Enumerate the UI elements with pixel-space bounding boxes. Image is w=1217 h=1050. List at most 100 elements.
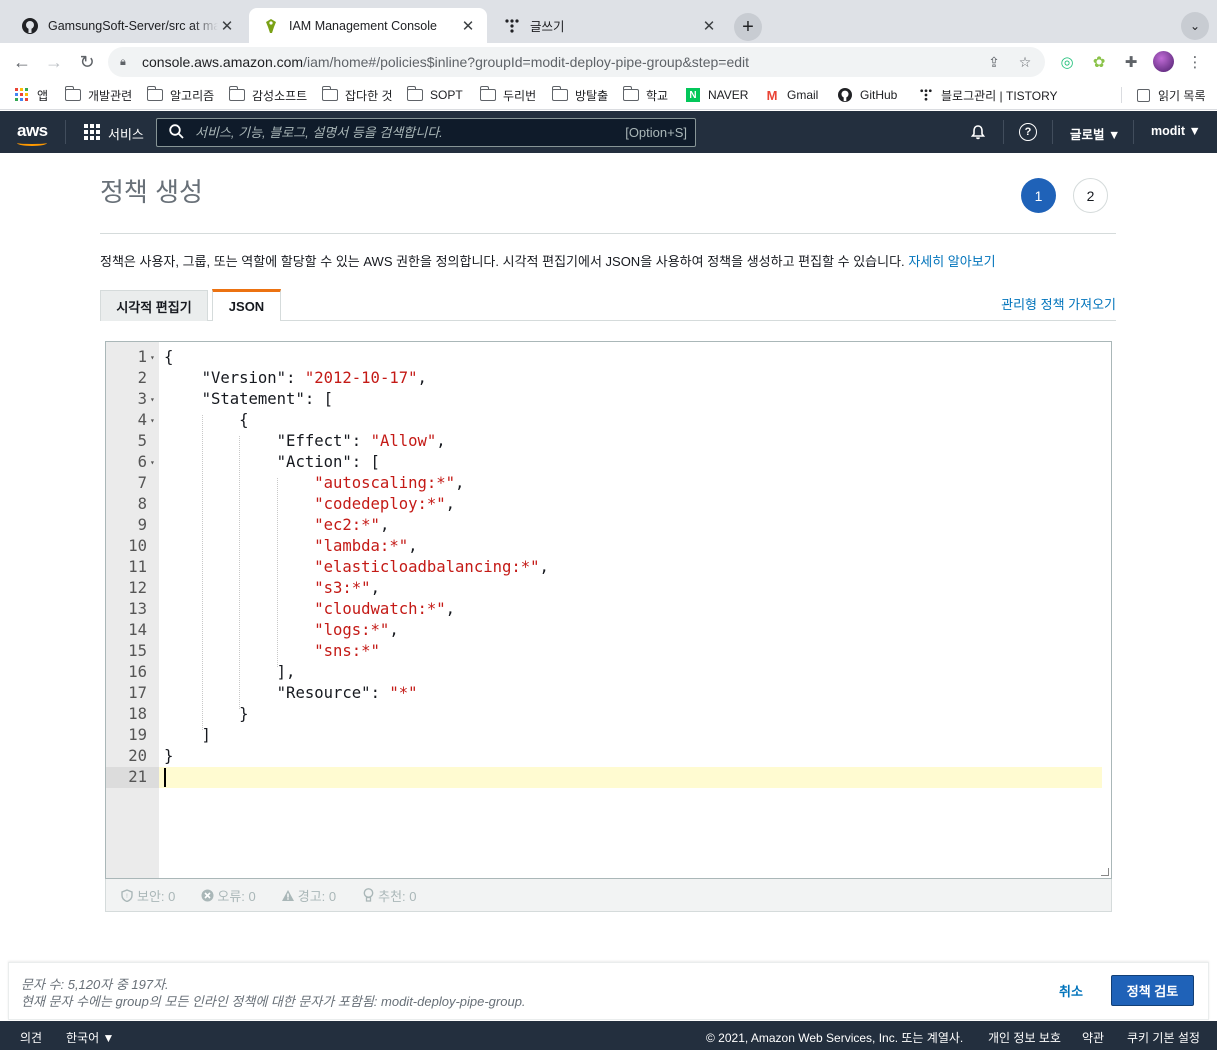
bookmark-folder[interactable]: 감성소프트 (228, 86, 307, 104)
code-line[interactable]: 11 "elasticloadbalancing:*", (106, 557, 1111, 578)
bookmark-label: 블로그관리 | TISTORY (941, 88, 1058, 103)
code-line[interactable]: 6 ▾ "Action": [ (106, 452, 1111, 473)
feedback-link[interactable]: 의견 (20, 1029, 42, 1046)
browser-tab-iam[interactable]: IAM Management Console ✕ (249, 8, 487, 43)
code-line[interactable]: 12 "s3:*", (106, 578, 1111, 599)
tab-json[interactable]: JSON (212, 289, 281, 321)
code-line[interactable]: 21 (106, 767, 1111, 788)
close-tab-icon[interactable]: ✕ (218, 17, 236, 35)
bookmark-label: Gmail (787, 88, 819, 102)
import-managed-policy-link[interactable]: 관리형 정책 가져오기 (1001, 294, 1116, 313)
bookmark-github[interactable]: GitHub (836, 86, 897, 104)
fold-arrow-icon[interactable]: ▾ (150, 347, 155, 368)
extension-icon[interactable]: ✿ (1089, 52, 1109, 72)
bookmark-folder[interactable]: 방탈출 (551, 86, 608, 104)
notification-bell-icon[interactable] (969, 123, 987, 141)
code-line[interactable]: 3 ▾ "Statement": [ (106, 389, 1111, 410)
resize-handle[interactable] (1101, 868, 1109, 876)
bookmark-star-icon[interactable]: ☆ (1016, 53, 1034, 71)
bookmark-tistory[interactable]: 블로그관리 | TISTORY (917, 86, 1058, 104)
bookmark-folder[interactable]: 알고리즘 (146, 86, 214, 104)
code-line[interactable]: 16 ], (106, 662, 1111, 683)
line-number: 15 (128, 642, 147, 660)
code-line[interactable]: 15 "sns:*" (106, 641, 1111, 662)
help-icon[interactable]: ? (1019, 123, 1037, 141)
bookmark-gmail[interactable]: M Gmail (763, 86, 819, 104)
bookmark-folder[interactable]: 개발관련 (64, 86, 132, 104)
language-selector[interactable]: 한국어 ▼ (66, 1029, 114, 1046)
cancel-button[interactable]: 취소 (1059, 981, 1083, 1000)
code-line[interactable]: 4 ▾ { (106, 410, 1111, 431)
new-tab-button[interactable]: + (734, 13, 762, 41)
code-text: } (164, 705, 249, 723)
forward-button[interactable]: → (41, 49, 67, 75)
code-line[interactable]: 10 "lambda:*", (106, 536, 1111, 557)
reading-list[interactable]: 읽기 목록 (1134, 86, 1206, 104)
share-icon[interactable]: ⇪ (985, 53, 1003, 71)
bookmark-naver[interactable]: N NAVER (684, 86, 748, 104)
folder-icon (406, 86, 424, 102)
services-menu[interactable]: 서비스 (108, 124, 144, 143)
folder-icon (228, 86, 246, 102)
copyright-text: © 2021, Amazon Web Services, Inc. 또는 계열사… (706, 1031, 964, 1045)
profile-avatar[interactable] (1153, 51, 1174, 72)
code-line[interactable]: 7 "autoscaling:*", (106, 473, 1111, 494)
bookmark-apps[interactable]: 앱 (13, 86, 48, 104)
account-menu[interactable]: modit ▼ (1151, 124, 1201, 138)
cookie-preferences-link[interactable]: 쿠키 기본 설정 (1127, 1029, 1200, 1046)
tab-visual-editor[interactable]: 시각적 편집기 (100, 290, 208, 321)
browser-tab-tistory[interactable]: 글쓰기 ✕ (490, 8, 728, 43)
code-line[interactable]: 13 "cloudwatch:*", (106, 599, 1111, 620)
aws-search-input[interactable] (195, 125, 626, 140)
address-bar[interactable]: 🔒︎ console.aws.amazon.com/iam/home#/poli… (108, 47, 1045, 77)
url-host: console.aws.amazon.com (142, 54, 304, 70)
bookmark-folder[interactable]: 학교 (622, 86, 668, 104)
fold-arrow-icon[interactable]: ▾ (150, 410, 155, 431)
review-policy-button[interactable]: 정책 검토 (1111, 975, 1194, 1006)
tab-search-button[interactable]: ⌄ (1181, 12, 1209, 40)
aws-iam-icon (263, 18, 279, 34)
code-line[interactable]: 19 ] (106, 725, 1111, 746)
code-line[interactable]: 14 "logs:*", (106, 620, 1111, 641)
errors-label: 오류: 0 (217, 888, 256, 904)
apps-grid-icon (13, 88, 31, 102)
tab-title: 글쓰기 (530, 20, 565, 34)
code-text: "elasticloadbalancing:*", (314, 558, 549, 576)
code-line[interactable]: 8 "codedeploy:*", (106, 494, 1111, 515)
puzzle-extensions-icon[interactable]: ✚ (1121, 52, 1141, 72)
more-menu-icon[interactable]: ⋮ (1185, 52, 1205, 72)
privacy-link[interactable]: 개인 정보 보호 (988, 1029, 1061, 1046)
code-content[interactable]: 1 ▾{2 "Version": "2012-10-17", 3 ▾ "Stateme… (106, 347, 1111, 788)
browser-tabstrip: GamsungSoft-Server/src at ma ✕ IAM Manag… (0, 0, 1217, 43)
line-number: 8 (137, 495, 147, 513)
close-tab-icon[interactable]: ✕ (700, 17, 718, 35)
fold-arrow-icon[interactable]: ▾ (150, 452, 155, 473)
aws-console-header: aws 서비스 [Option+S] ? 글로벌 ▼ modit ▼ (0, 111, 1217, 153)
region-selector[interactable]: 글로벌 ▼ (1070, 124, 1120, 143)
services-grid-icon[interactable] (84, 124, 100, 140)
aws-logo[interactable]: aws (17, 121, 48, 141)
terms-link[interactable]: 약관 (1082, 1029, 1104, 1046)
lightbulb-icon (360, 887, 376, 903)
grammarly-extension-icon[interactable]: ◎ (1057, 52, 1077, 72)
code-line[interactable]: 18 } (106, 704, 1111, 725)
code-line[interactable]: 2 "Version": "2012-10-17", (106, 368, 1111, 389)
code-line[interactable]: 1 ▾ { (106, 347, 1111, 368)
line-number: 10 (128, 537, 147, 555)
bookmark-folder[interactable]: 잡다한 것 (321, 86, 393, 104)
code-line[interactable]: 20} (106, 746, 1111, 767)
aws-search-box[interactable]: [Option+S] (156, 118, 696, 147)
bookmark-folder[interactable]: 두리번 (479, 86, 536, 104)
back-button[interactable]: ← (9, 49, 35, 75)
indent-guide (276, 478, 278, 667)
code-line[interactable]: 9 "ec2:*", (106, 515, 1111, 536)
code-line[interactable]: 5 "Effect": "Allow", (106, 431, 1111, 452)
reload-button[interactable]: ↻ (74, 49, 100, 75)
json-policy-editor[interactable]: 1 ▾{2 "Version": "2012-10-17", 3 ▾ "Stateme… (105, 341, 1112, 879)
bookmark-folder[interactable]: SOPT (406, 86, 463, 104)
learn-more-link[interactable]: 자세히 알아보기 (908, 254, 995, 269)
fold-arrow-icon[interactable]: ▾ (150, 389, 155, 410)
browser-tab-github[interactable]: GamsungSoft-Server/src at ma ✕ (8, 8, 246, 43)
close-tab-icon[interactable]: ✕ (459, 17, 477, 35)
code-line[interactable]: 17 "Resource": "*" (106, 683, 1111, 704)
